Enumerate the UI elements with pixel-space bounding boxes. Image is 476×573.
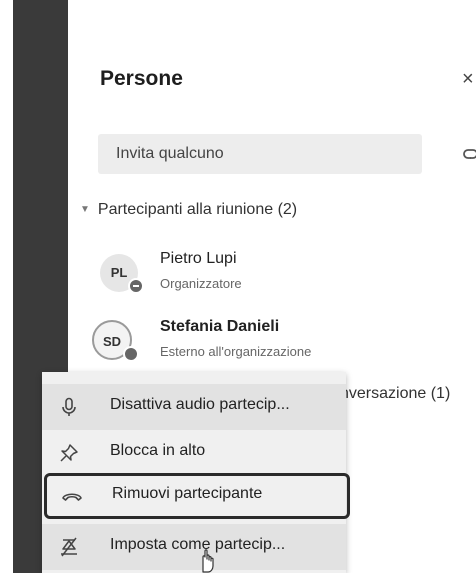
menu-item-pin[interactable]: Blocca in alto [42,430,346,476]
participant-name: Stefania Danieli [160,318,280,335]
participant-context-menu: Disattiva audio partecip... Blocca in al… [42,372,350,573]
hang-up-icon [61,486,82,506]
menu-item-label: Rimuovi partecipante [112,485,263,502]
close-icon[interactable]: × [462,68,474,91]
panel-title: Persone [100,67,183,90]
menu-item-label: Blocca in alto [110,442,206,459]
menu-item-make-attendee[interactable]: Imposta come partecip... [42,524,346,570]
hand-cursor-icon [196,548,216,573]
menu-item-remove-participant[interactable]: Rimuovi partecipante [44,473,350,519]
invite-placeholder: Invita qualcuno [116,145,224,162]
left-edge [0,0,13,573]
microphone-icon [59,397,79,417]
offline-status-icon [123,346,139,362]
menu-item-label: Disattiva audio partecip... [110,396,290,413]
screen: Persone × Invita qualcuno ▼ Partecipanti … [0,0,476,573]
participant-role: Organizzatore [160,276,242,291]
invite-input[interactable]: Invita qualcuno [98,134,422,174]
conversation-section-header[interactable]: nversazione (1) [340,385,450,403]
minus-status-icon [128,278,144,294]
section-meeting-participants[interactable]: ▼ Partecipanti alla riunione (2) [80,201,297,219]
collapse-caret-icon[interactable]: ▼ [80,204,90,215]
participant-role: Esterno all'organizzazione [160,344,312,359]
menu-item-mute-participant[interactable]: Disattiva audio partecip... [42,384,346,430]
share-link-icon[interactable] [462,146,476,162]
pin-icon [59,443,79,463]
participant-name: Pietro Lupi [160,250,237,267]
attendee-icon [59,537,79,557]
section-label: Partecipanti alla riunione (2) [97,201,298,218]
